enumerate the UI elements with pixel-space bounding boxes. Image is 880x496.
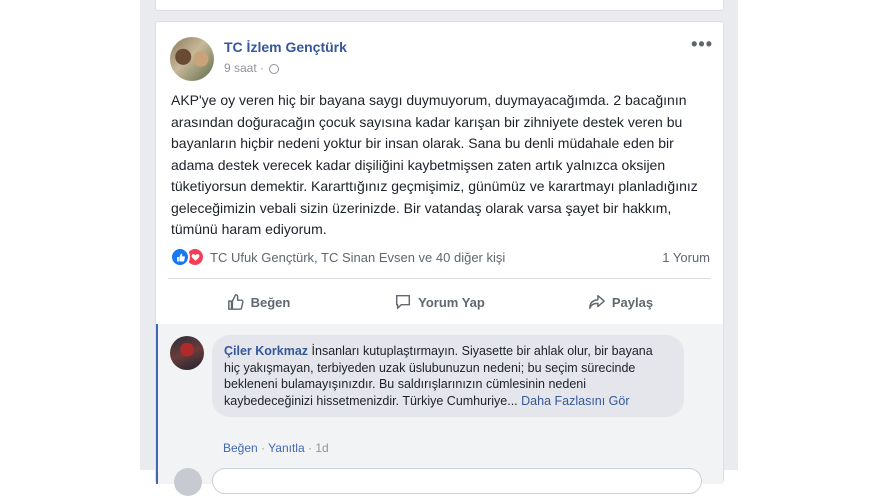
comments-section: Çiler Korkmaz İnsanları kutuplaştırmayın… xyxy=(156,324,723,496)
current-user-avatar xyxy=(174,468,202,496)
like-reaction-icon xyxy=(170,247,190,267)
post-card: TC İzlem Gençtürk 9 saat · ••• AKP'ye oy… xyxy=(155,21,724,496)
reactions-summary[interactable]: TC Ufuk Gençtürk, TC Sinan Evsen ve 40 d… xyxy=(170,247,505,267)
comment-bubble: Çiler Korkmaz İnsanları kutuplaştırmayın… xyxy=(212,335,684,417)
post-text: AKP'ye oy veren hiç bir bayana saygı duy… xyxy=(171,92,698,237)
see-more-link[interactable]: Daha Fazlasını Gör xyxy=(521,394,629,408)
comment-icon xyxy=(396,294,411,310)
write-comment-row xyxy=(170,468,710,496)
comment-highlight-bar xyxy=(156,324,158,484)
comment-button[interactable]: Yorum Yap xyxy=(349,284,530,320)
like-button[interactable]: Beğen xyxy=(168,284,349,320)
post-author-name[interactable]: TC İzlem Gençtürk xyxy=(224,39,347,55)
comment-timestamp[interactable]: 1d xyxy=(315,441,328,455)
comment-action-separator: · xyxy=(261,441,266,455)
share-icon xyxy=(588,294,605,310)
write-comment-input[interactable] xyxy=(212,468,702,494)
post-timestamp[interactable]: 9 saat xyxy=(224,61,257,75)
share-button-label: Paylaş xyxy=(611,294,654,310)
comment-action-separator: · xyxy=(307,441,312,455)
comment-button-label: Yorum Yap xyxy=(418,294,485,310)
comment-like-link[interactable]: Beğen xyxy=(223,441,258,455)
meta-separator: · xyxy=(260,61,265,75)
post-actions-bar: Beğen Yorum Yap Paylaş xyxy=(168,284,711,320)
globe-icon xyxy=(269,64,280,74)
previous-post-card xyxy=(155,0,724,11)
like-button-label: Beğen xyxy=(250,294,291,310)
comment-reply-link[interactable]: Yanıtla xyxy=(268,441,304,455)
comment-count[interactable]: 1 Yorum xyxy=(662,250,710,265)
reactions-names[interactable]: TC Ufuk Gençtürk, TC Sinan Evsen ve 40 d… xyxy=(210,250,505,265)
more-options-icon[interactable]: ••• xyxy=(691,34,713,55)
comment-author-name[interactable]: Çiler Korkmaz xyxy=(224,344,308,358)
post-meta: 9 saat · xyxy=(224,61,280,75)
author-avatar[interactable] xyxy=(170,37,214,81)
comment-actions: Beğen · Yanıtla · 1d xyxy=(223,441,329,455)
thumbs-up-icon xyxy=(227,294,244,310)
share-button[interactable]: Paylaş xyxy=(530,284,711,320)
divider xyxy=(168,278,711,279)
commenter-avatar[interactable] xyxy=(170,336,204,370)
